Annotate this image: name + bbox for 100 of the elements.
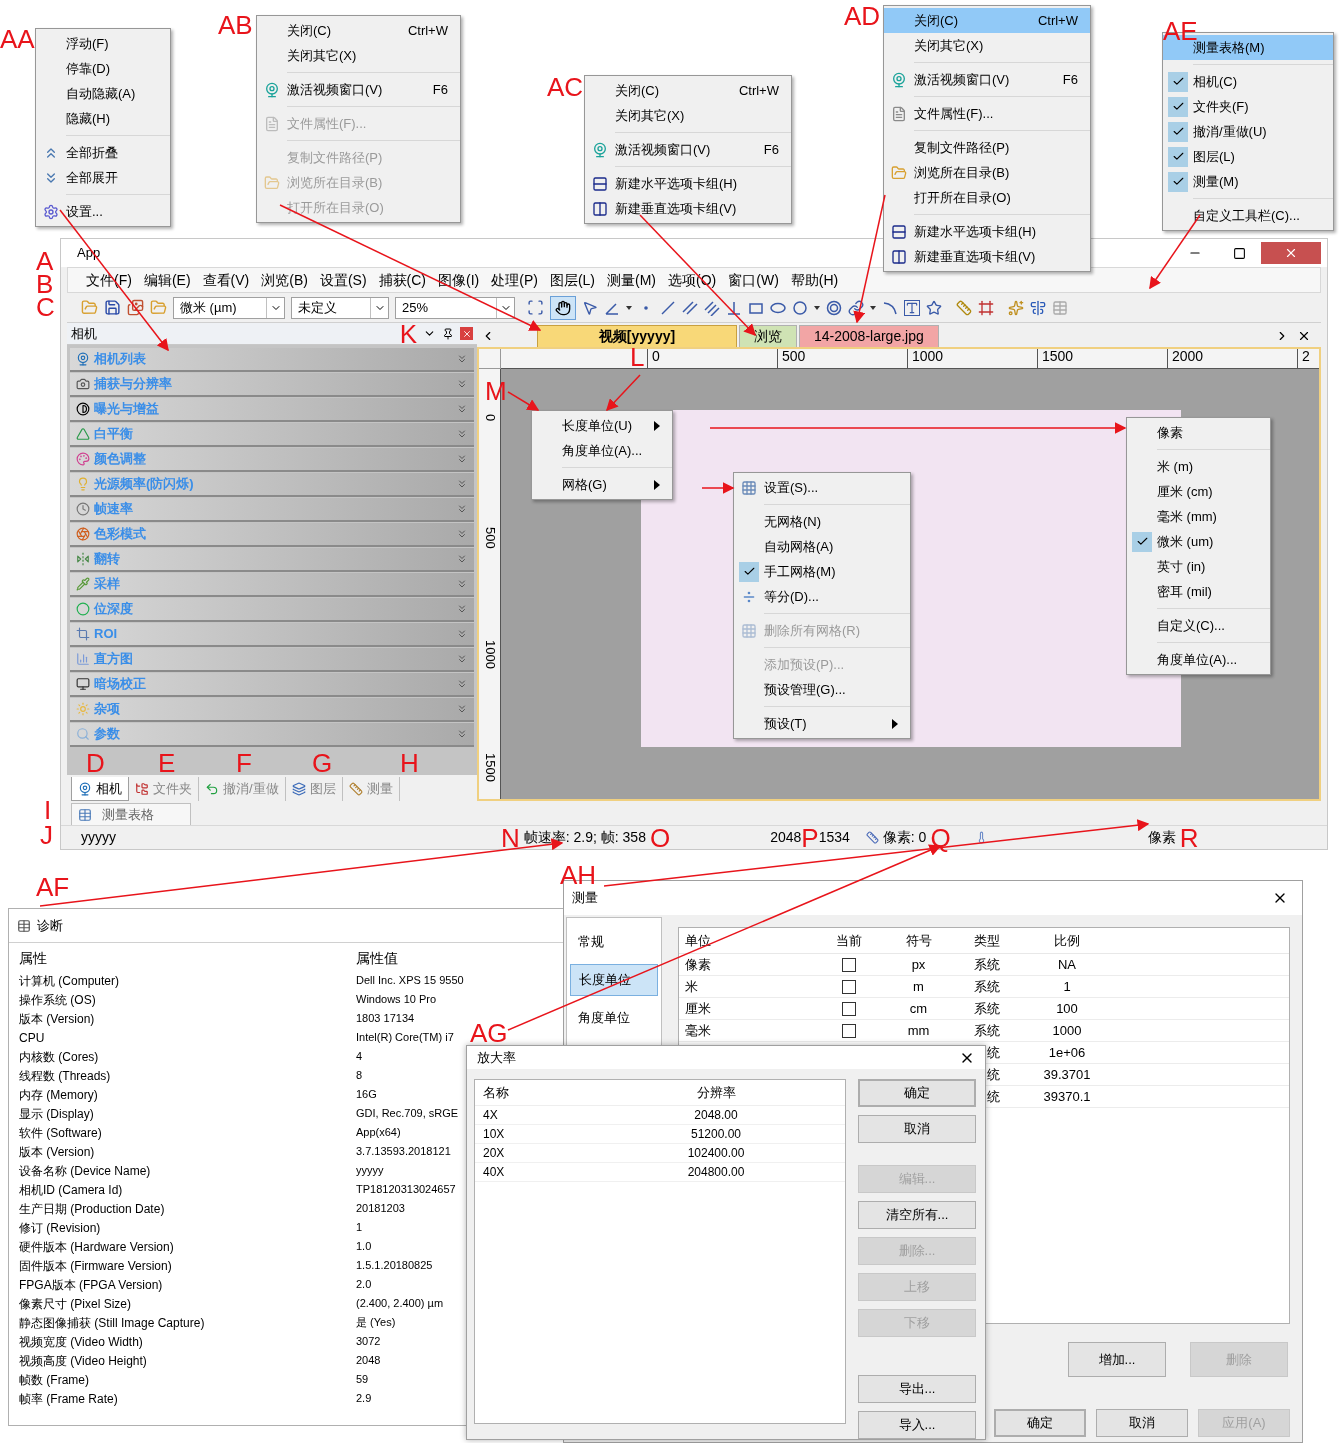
menu-item[interactable]: 角度单位(A)... [1127, 647, 1270, 672]
text-icon[interactable] [904, 299, 920, 316]
menu-item[interactable]: 像素 [1127, 420, 1270, 445]
chevrons-down-icon[interactable] [456, 678, 468, 690]
concentric-circles-icon[interactable] [826, 299, 842, 316]
dropdown-field[interactable]: 微米 (µm) [173, 296, 285, 319]
chevrons-down-icon[interactable] [456, 378, 468, 390]
menu-item[interactable]: 角度单位(A)... [532, 438, 672, 463]
menu-bar-item[interactable]: 编辑(E) [143, 269, 191, 291]
align-icon[interactable] [1030, 299, 1046, 316]
caret-icon[interactable] [870, 305, 876, 310]
menu-item[interactable]: 全部展开 [36, 165, 170, 190]
menu-bar-item[interactable]: 捕获(C) [378, 269, 426, 291]
menu-bar-item[interactable]: 窗口(W) [728, 269, 779, 291]
images-icon[interactable] [127, 299, 144, 316]
menu-item[interactable]: 厘米 (cm) [1127, 479, 1270, 504]
panel-tab[interactable]: 相机 [71, 777, 129, 801]
menu-bar-item[interactable]: 处理(P) [491, 269, 538, 291]
menu-item[interactable]: 自定义(C)... [1127, 613, 1270, 638]
close-icon[interactable] [1297, 329, 1311, 343]
menu-item[interactable]: 毫米 (mm) [1127, 504, 1270, 529]
menu-bar-item[interactable]: 图层(L) [549, 269, 596, 291]
pin-icon[interactable] [442, 327, 454, 340]
line-icon[interactable] [660, 299, 676, 316]
menu-item[interactable]: 文件属性(F)... [884, 101, 1090, 126]
menu-bar-item[interactable]: 测量(M) [607, 269, 657, 291]
menu-item[interactable]: 关闭其它(X) [585, 103, 791, 128]
menu-item[interactable]: 手工网格(M) [734, 559, 910, 584]
menu-item[interactable]: 自定义工具栏(C)... [1163, 203, 1333, 228]
menu-item[interactable]: 新建垂直选项卡组(V) [884, 244, 1090, 269]
checkbox[interactable] [841, 1023, 856, 1038]
pointer-icon[interactable] [582, 299, 598, 316]
menu-item[interactable]: 米 (m) [1127, 454, 1270, 479]
perpendicular-icon[interactable] [726, 299, 742, 316]
menu-item[interactable]: 关闭其它(X) [884, 33, 1090, 58]
dropdown-field[interactable]: 25% [395, 296, 515, 319]
menu-item[interactable]: 关闭(C) Ctrl+W [884, 8, 1090, 33]
circle-icon[interactable] [792, 299, 808, 316]
menu-bar-item[interactable]: 查看(V) [202, 269, 250, 291]
chevrons-down-icon[interactable] [456, 553, 468, 565]
chevrons-down-icon[interactable] [456, 428, 468, 440]
menu-item[interactable]: 自动网格(A) [734, 534, 910, 559]
chevrons-down-icon[interactable] [456, 628, 468, 640]
menu-item[interactable]: 激活视频窗口(V) F6 [884, 67, 1090, 92]
close-button[interactable] [460, 327, 473, 340]
menu-bar-item[interactable]: 文件(F) [86, 269, 132, 291]
chevrons-down-icon[interactable] [456, 728, 468, 740]
menu-item[interactable]: 关闭其它(X) [257, 43, 460, 68]
document-tab[interactable]: 浏览 [739, 325, 797, 347]
menu-bar-item[interactable]: 帮助(H) [790, 269, 839, 291]
dialog-button[interactable]: 导出... [858, 1375, 976, 1403]
link-icon[interactable] [848, 299, 864, 316]
menu-item[interactable]: 全部折叠 [36, 140, 170, 165]
checkbox[interactable] [841, 979, 856, 994]
chevrons-down-icon[interactable] [456, 578, 468, 590]
caret-icon[interactable] [814, 305, 820, 310]
chevrons-down-icon[interactable] [456, 653, 468, 665]
checkbox[interactable] [841, 957, 856, 972]
menu-item[interactable]: 新建垂直选项卡组(V) [585, 196, 791, 221]
menu-item[interactable]: 关闭(C) Ctrl+W [585, 78, 791, 103]
menu-item[interactable]: 密耳 (mil) [1127, 579, 1270, 604]
menu-item[interactable]: 停靠(D) [36, 56, 170, 81]
navigation-item[interactable]: 常规 [570, 926, 658, 958]
menu-item[interactable]: 英寸 (in) [1127, 554, 1270, 579]
frame-icon[interactable] [978, 299, 994, 316]
menu-item[interactable]: 无网格(N) [734, 509, 910, 534]
chevrons-down-icon[interactable] [456, 453, 468, 465]
menu-item[interactable]: 预设管理(G)... [734, 677, 910, 702]
menu-item[interactable]: 设置... [36, 199, 170, 224]
menu-bar-item[interactable]: 设置(S) [319, 269, 367, 291]
menu-item[interactable]: 关闭(C) Ctrl+W [257, 18, 460, 43]
menu-item[interactable]: 复制文件路径(P) [884, 135, 1090, 160]
dialog-button[interactable]: 确定 [858, 1079, 976, 1107]
menu-item[interactable]: 微米 (um) [1127, 529, 1270, 554]
menu-item[interactable]: 文件夹(F) [1163, 94, 1333, 119]
menu-item[interactable]: 浏览所在目录(B) [884, 160, 1090, 185]
menu-item[interactable]: 隐藏(H) [36, 106, 170, 131]
ruler-icon[interactable] [956, 299, 972, 316]
menu-item[interactable]: 等分(D)... [734, 584, 910, 609]
menu-item[interactable]: 撤消/重做(U) [1163, 119, 1333, 144]
menu-item[interactable]: 测量(M) [1163, 169, 1333, 194]
menu-item[interactable]: 新建水平选项卡组(H) [585, 171, 791, 196]
menu-item[interactable]: 打开所在目录(O) [884, 185, 1090, 210]
document-tab[interactable]: 视频[yyyyy] [537, 325, 737, 347]
navigation-item[interactable]: 角度单位 [570, 1002, 658, 1034]
menu-item[interactable]: 预设(T) [734, 711, 910, 736]
star-icon[interactable] [926, 299, 942, 316]
dialog-button[interactable]: 取消 [1096, 1409, 1188, 1437]
menu-item[interactable]: 激活视频窗口(V) F6 [257, 77, 460, 102]
sparkles-icon[interactable] [1008, 299, 1024, 316]
chevrons-down-icon[interactable] [456, 478, 468, 490]
menu-item[interactable]: 设置(S)... [734, 475, 910, 500]
save-icon[interactable] [104, 299, 121, 316]
menu-item[interactable]: 激活视频窗口(V) F6 [585, 137, 791, 162]
chevrons-down-icon[interactable] [456, 353, 468, 365]
arc-icon[interactable] [882, 299, 898, 316]
caret-icon[interactable] [626, 305, 632, 310]
menu-item[interactable]: 浮动(F) [36, 31, 170, 56]
selection-icon[interactable] [527, 299, 544, 316]
slashes-icon[interactable] [704, 299, 720, 316]
